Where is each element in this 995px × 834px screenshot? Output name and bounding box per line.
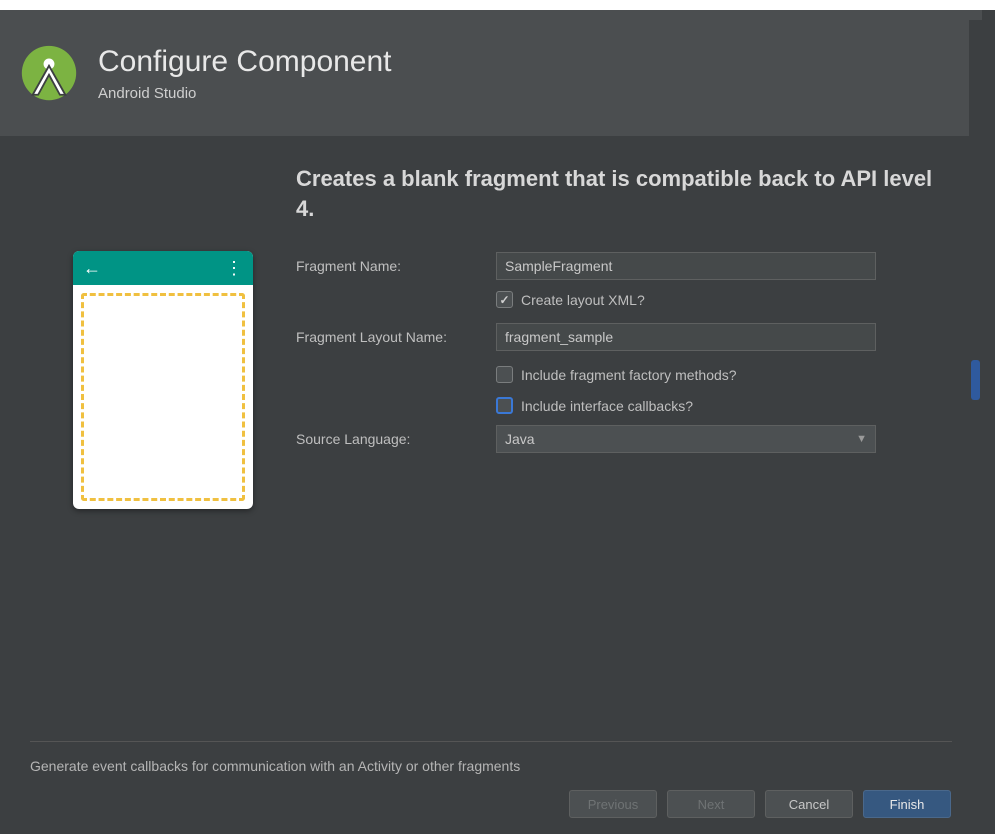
preview-dashed-area (81, 293, 245, 501)
form-panel: Fragment Name: Create layout XML? Fragme… (296, 251, 952, 509)
previous-button[interactable]: Previous (569, 790, 657, 818)
cancel-button[interactable]: Cancel (765, 790, 853, 818)
fragment-preview: ← ⋮ (73, 251, 253, 509)
create-layout-checkbox[interactable] (496, 291, 513, 308)
interface-callbacks-label: Include interface callbacks? (521, 398, 693, 414)
dialog-title: Configure Component (98, 45, 392, 79)
chevron-down-icon: ▼ (856, 433, 867, 445)
source-language-label: Source Language: (296, 431, 496, 447)
fragment-name-label: Fragment Name: (296, 258, 496, 274)
dialog-footer: Previous Next Cancel Finish (0, 774, 969, 834)
overflow-menu-icon: ⋮ (225, 258, 243, 279)
source-language-select[interactable]: Java ▼ (496, 425, 876, 453)
hint-text: Generate event callbacks for communicati… (30, 741, 952, 774)
source-language-value: Java (505, 431, 535, 447)
interface-callbacks-checkbox[interactable] (496, 397, 513, 414)
android-studio-icon (20, 44, 78, 102)
factory-methods-label: Include fragment factory methods? (521, 367, 737, 383)
dialog-subtitle: Android Studio (98, 85, 392, 102)
fragment-name-input[interactable] (496, 252, 876, 280)
configure-component-dialog: Configure Component Android Studio Creat… (0, 10, 982, 834)
scrollbar-thumb[interactable] (971, 360, 980, 400)
back-arrow-icon: ← (83, 258, 101, 279)
next-button[interactable]: Next (667, 790, 755, 818)
preview-appbar: ← ⋮ (73, 251, 253, 285)
preview-body (73, 285, 253, 509)
layout-name-label: Fragment Layout Name: (296, 329, 496, 345)
create-layout-label: Create layout XML? (521, 292, 645, 308)
scrollbar-track[interactable] (969, 20, 982, 834)
description-text: Creates a blank fragment that is compati… (30, 164, 952, 223)
dialog-header: Configure Component Android Studio (0, 10, 982, 136)
finish-button[interactable]: Finish (863, 790, 951, 818)
window-top-strip (0, 0, 995, 10)
factory-methods-checkbox[interactable] (496, 366, 513, 383)
dialog-body: Creates a blank fragment that is compati… (0, 136, 982, 774)
layout-name-input[interactable] (496, 323, 876, 351)
